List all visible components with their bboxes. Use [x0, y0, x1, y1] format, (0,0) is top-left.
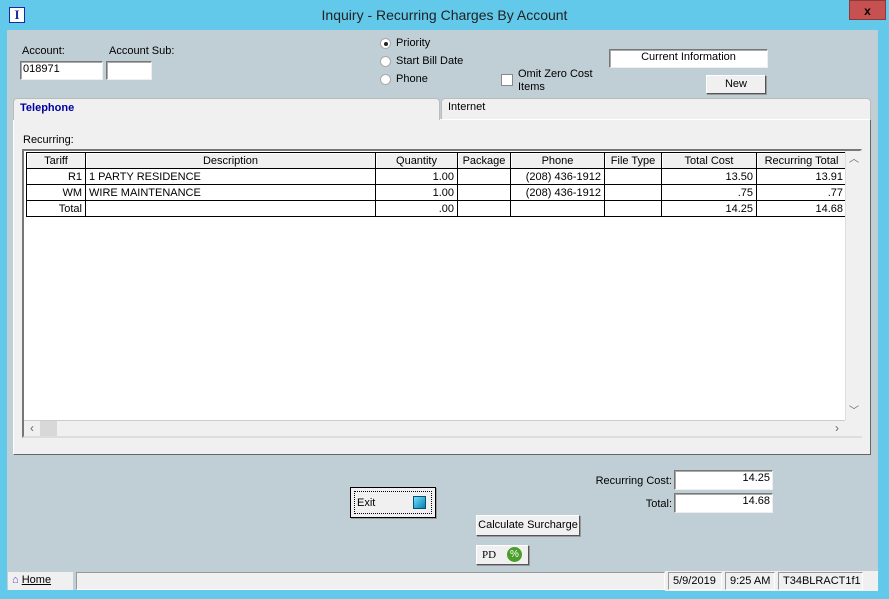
recurring-cost-label: Recurring Cost:: [595, 475, 672, 487]
recurring-grid: Tariff Description Quantity Package Phon…: [22, 149, 862, 438]
calculate-surcharge-button[interactable]: Calculate Surcharge: [476, 515, 580, 536]
omit-zero-checkbox[interactable]: [501, 74, 513, 86]
col-phone[interactable]: Phone: [510, 152, 605, 169]
total-label: Total:: [645, 498, 672, 510]
radio-priority[interactable]: [380, 38, 391, 49]
cell-quantity: 1.00: [375, 168, 458, 185]
omit-zero-label: Omit Zero Cost Items: [518, 68, 593, 94]
scroll-down-icon[interactable]: ﹀: [846, 403, 862, 420]
tab-internet[interactable]: Internet: [441, 98, 871, 119]
status-date: 5/9/2019: [668, 572, 722, 590]
cell-phone: (208) 436-1912: [510, 184, 605, 201]
current-information-field: Current Information: [609, 49, 768, 68]
scroll-right-icon[interactable]: ›: [829, 421, 845, 436]
status-time: 9:25 AM: [725, 572, 775, 590]
home-button[interactable]: ⌂ Home: [8, 572, 73, 590]
radio-priority-label[interactable]: Priority: [396, 37, 430, 49]
table-row[interactable]: WM WIRE MAINTENANCE 1.00 (208) 436-1912 …: [26, 184, 847, 201]
table-row-total[interactable]: Total .00 14.25 14.68: [26, 200, 847, 217]
cell-recurring-total: .77: [756, 184, 847, 201]
total-field: 14.68: [674, 493, 773, 513]
omit-zero-label-line2: Items: [518, 81, 545, 93]
status-code: T34BLRACT1f1: [778, 572, 863, 590]
cell-phone: (208) 436-1912: [510, 168, 605, 185]
home-icon: ⌂: [12, 574, 19, 586]
recurring-label: Recurring:: [23, 134, 74, 146]
exit-door-icon: [413, 496, 426, 509]
radio-start-bill-date[interactable]: [380, 56, 391, 67]
cell-package: [457, 184, 511, 201]
omit-zero-label-line1: Omit Zero Cost: [518, 68, 593, 80]
cell-total-cost: .75: [661, 184, 757, 201]
pd-label: PD: [482, 549, 497, 561]
recurring-table: Tariff Description Quantity Package Phon…: [26, 152, 847, 217]
col-file-type[interactable]: File Type: [604, 152, 662, 169]
cell-phone: [510, 200, 605, 217]
col-description[interactable]: Description: [85, 152, 376, 169]
exit-button[interactable]: Exit: [350, 487, 436, 518]
col-tariff[interactable]: Tariff: [26, 152, 86, 169]
cell-total-cost: 14.25: [661, 200, 757, 217]
status-message: [76, 572, 665, 590]
home-label: Home: [21, 574, 52, 586]
exit-label: Exit: [357, 497, 376, 509]
cell-description: WIRE MAINTENANCE: [85, 184, 376, 201]
scroll-up-icon[interactable]: ︿: [846, 151, 862, 168]
cell-file-type: [604, 168, 662, 185]
cell-recurring-total: 13.91: [756, 168, 847, 185]
col-total-cost[interactable]: Total Cost: [661, 152, 757, 169]
cell-recurring-total: 14.68: [756, 200, 847, 217]
cell-quantity: .00: [375, 200, 458, 217]
close-button[interactable]: x: [849, 0, 886, 20]
cell-quantity: 1.00: [375, 184, 458, 201]
cell-tariff: Total: [26, 200, 86, 217]
percent-icon: %: [507, 547, 522, 562]
horizontal-scrollbar[interactable]: ‹ ›: [24, 420, 845, 436]
scroll-left-icon[interactable]: ‹: [24, 421, 40, 436]
cell-package: [457, 200, 511, 217]
account-sub-label: Account Sub:: [109, 45, 175, 57]
scroll-corner: [845, 420, 862, 436]
cell-tariff: WM: [26, 184, 86, 201]
radio-start-bill-date-label[interactable]: Start Bill Date: [396, 55, 463, 67]
cell-tariff: R1: [26, 168, 86, 185]
col-recurring-total[interactable]: Recurring Total: [756, 152, 847, 169]
tab-telephone[interactable]: Telephone: [13, 98, 440, 120]
header-row: Tariff Description Quantity Package Phon…: [26, 152, 847, 169]
cell-description: 1 PARTY RESIDENCE: [85, 168, 376, 185]
account-label: Account:: [22, 45, 65, 57]
table-row[interactable]: R1 1 PARTY RESIDENCE 1.00 (208) 436-1912…: [26, 168, 847, 185]
cell-description: [85, 200, 376, 217]
cell-file-type: [604, 184, 662, 201]
radio-phone[interactable]: [380, 74, 391, 85]
recurring-cost-field: 14.25: [674, 470, 773, 490]
account-input[interactable]: 018971: [20, 61, 103, 80]
new-button[interactable]: New: [706, 75, 766, 94]
scroll-thumb[interactable]: [40, 421, 57, 436]
vertical-scrollbar[interactable]: ︿ ﹀: [845, 151, 862, 420]
col-quantity[interactable]: Quantity: [375, 152, 458, 169]
app-icon: I: [9, 7, 25, 23]
cell-package: [457, 168, 511, 185]
col-package[interactable]: Package: [457, 152, 511, 169]
pd-button[interactable]: PD %: [476, 545, 529, 565]
cell-total-cost: 13.50: [661, 168, 757, 185]
cell-file-type: [604, 200, 662, 217]
account-sub-input[interactable]: [106, 61, 152, 80]
radio-phone-label[interactable]: Phone: [396, 73, 428, 85]
window-title: Inquiry - Recurring Charges By Account: [321, 7, 568, 23]
